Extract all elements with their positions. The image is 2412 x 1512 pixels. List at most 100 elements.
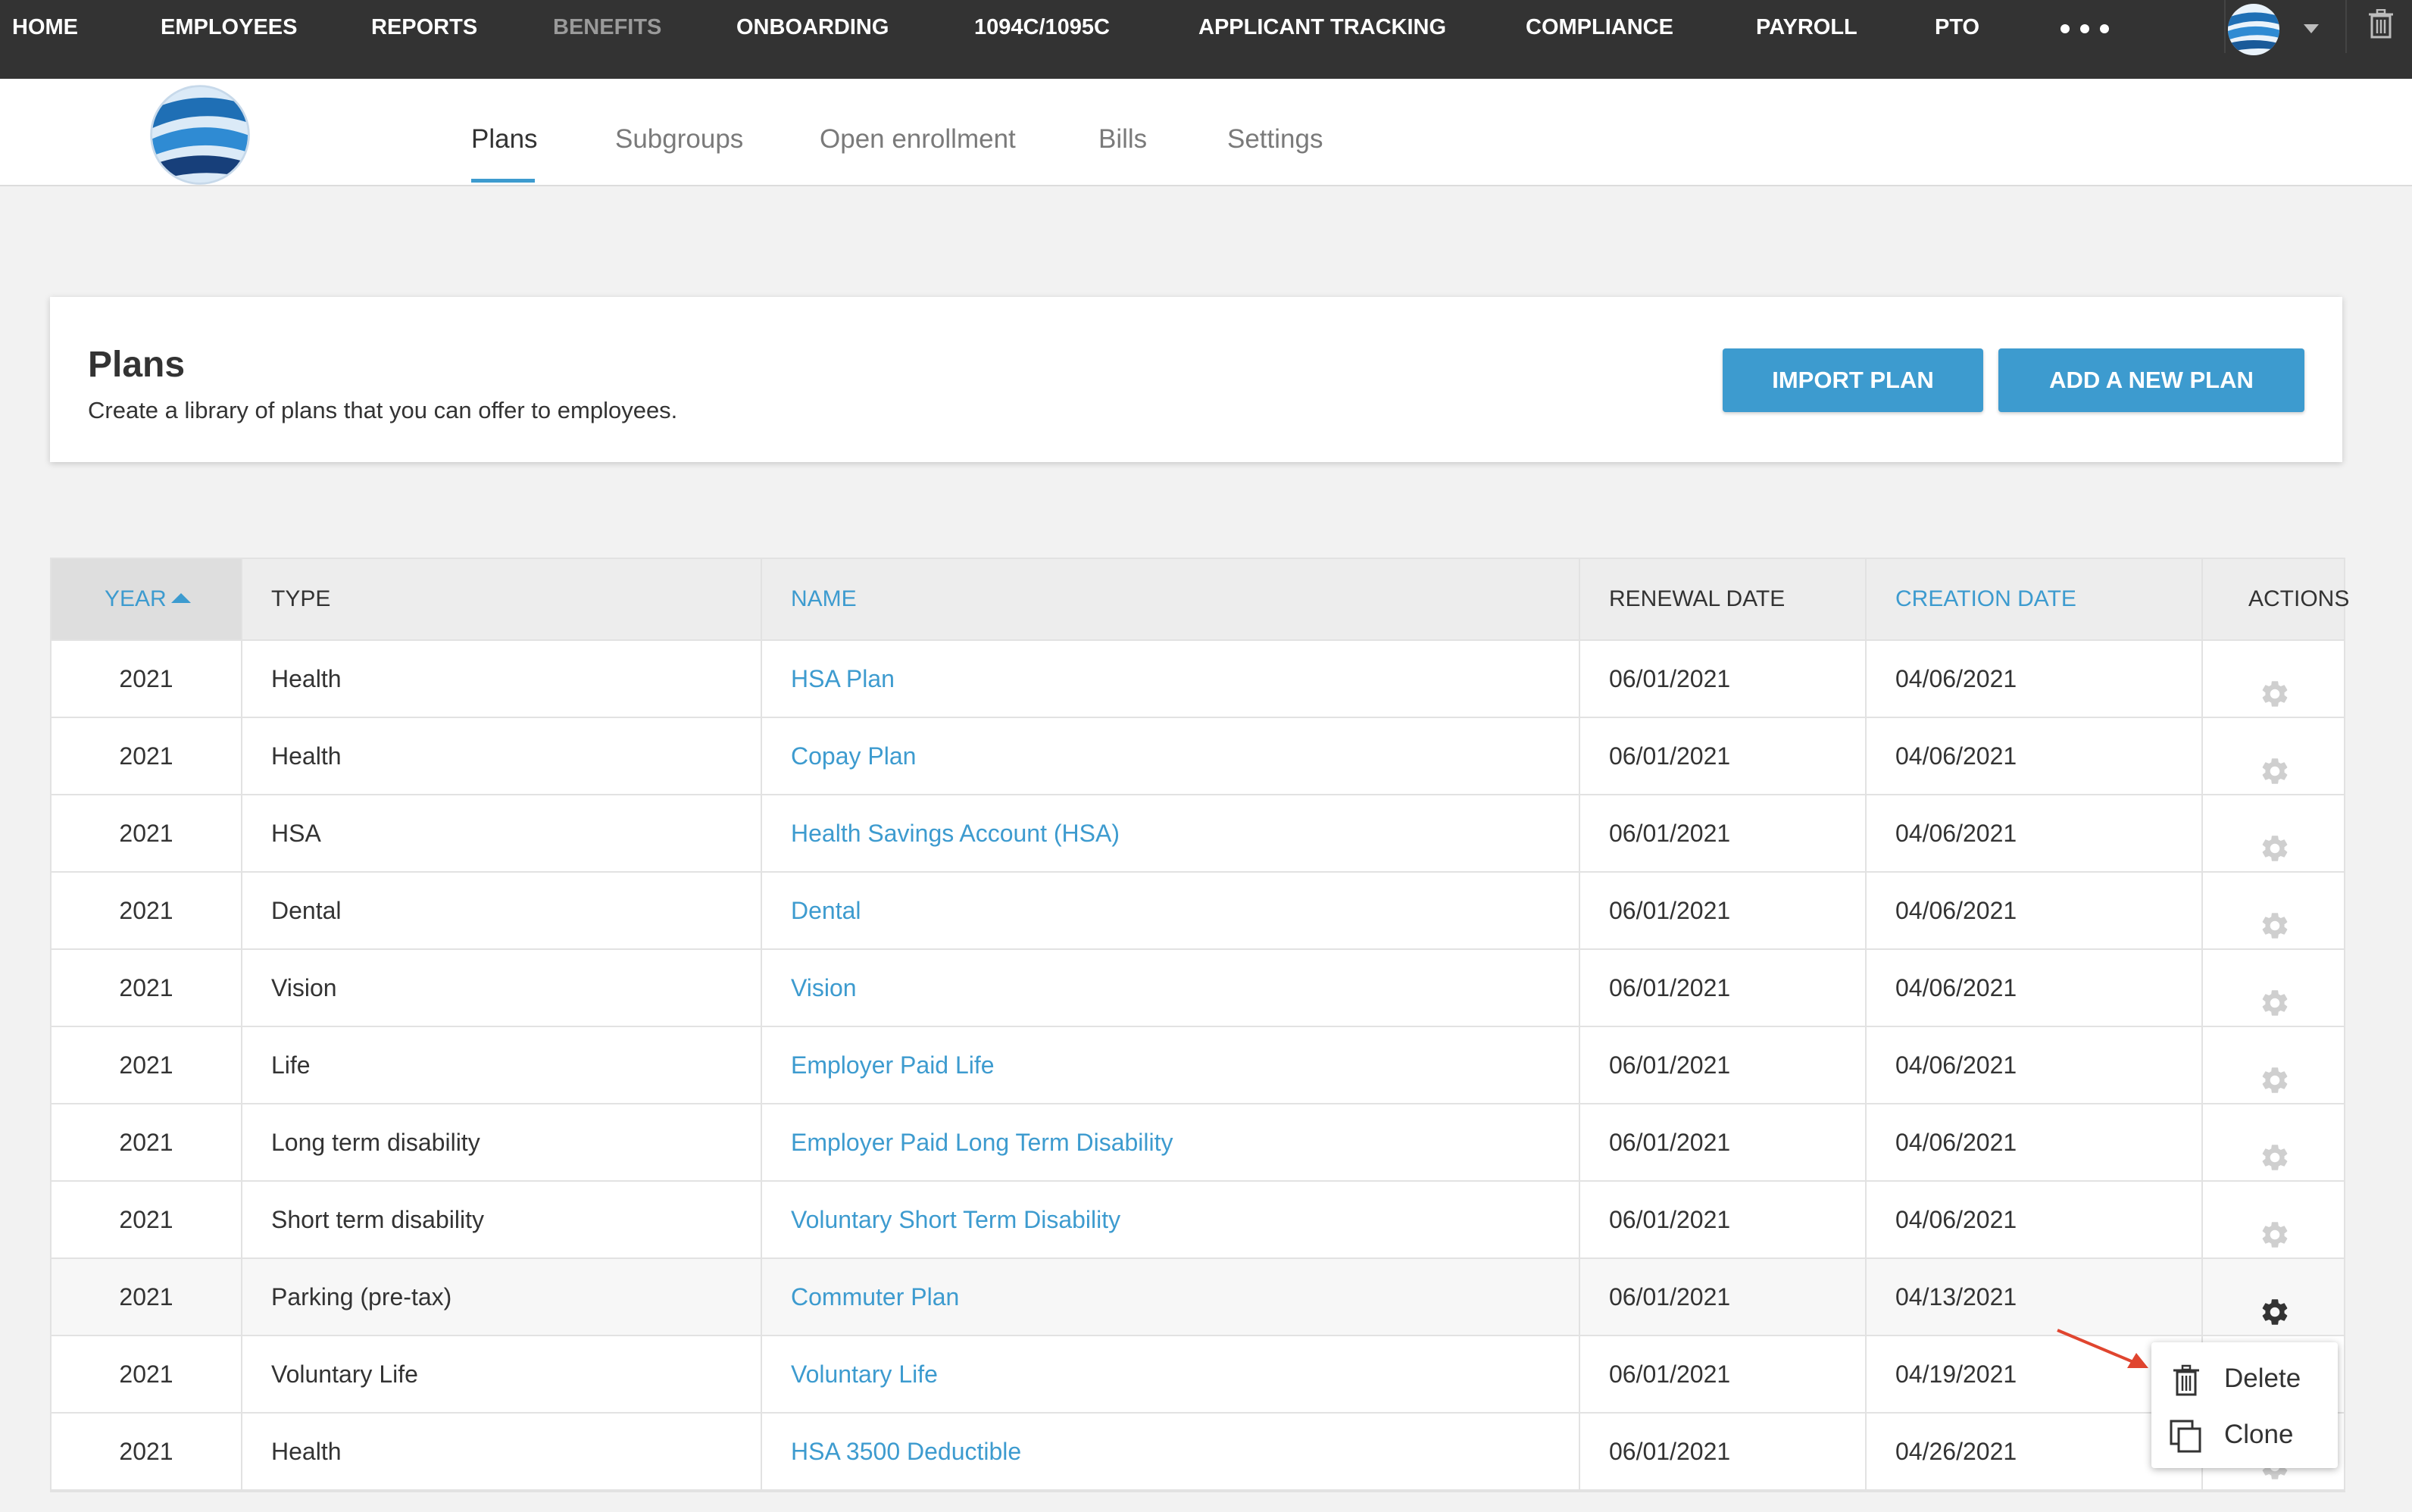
nav-reports[interactable]: REPORTS — [371, 14, 477, 41]
nav-divider — [2345, 0, 2347, 53]
column-divider — [1579, 1182, 1580, 1257]
tab-subgroups[interactable]: Subgroups — [615, 124, 743, 155]
cell-type: Health — [271, 1438, 342, 1465]
annotation-arrow — [2057, 1329, 2148, 1368]
cell-creation-date: 04/06/2021 — [1895, 974, 2017, 1001]
row-actions-cell[interactable] — [2203, 873, 2344, 948]
cell-renewal-date: 06/01/2021 — [1609, 1129, 1731, 1156]
row-actions-cell[interactable] — [2203, 1259, 2344, 1335]
cell-creation-date: 04/26/2021 — [1895, 1438, 2017, 1465]
column-divider — [1579, 1104, 1580, 1180]
cell-creation-date: 04/06/2021 — [1895, 1129, 2017, 1156]
cell-year: 2021 — [119, 742, 173, 770]
gear-icon[interactable] — [2259, 1282, 2291, 1325]
cell-plan-name-link[interactable]: Employer Paid Life — [762, 1027, 995, 1103]
cell-plan-name-link[interactable]: Health Savings Account (HSA) — [762, 795, 1120, 871]
column-divider — [761, 1104, 762, 1180]
column-divider — [1865, 559, 1867, 639]
nav-pto[interactable]: PTO — [1935, 14, 1979, 41]
cell-year: 2021 — [119, 1206, 173, 1233]
account-avatar-icon[interactable] — [2226, 2, 2282, 58]
nav-1094c-1095c[interactable]: 1094C/1095C — [974, 14, 1110, 41]
column-header-creation-date[interactable]: CREATION DATE — [1867, 559, 2076, 639]
trash-icon[interactable] — [2368, 9, 2394, 39]
top-navigation-bar: HOME EMPLOYEES REPORTS BENEFITS ONBOARDI… — [0, 0, 2412, 79]
table-row: 2021 HSA Health Savings Account (HSA) 06/01… — [52, 795, 2344, 873]
nav-onboarding[interactable]: ONBOARDING — [736, 14, 889, 41]
cell-plan-name-link[interactable]: Dental — [762, 873, 861, 948]
gear-icon[interactable] — [2259, 1050, 2291, 1093]
column-divider — [1865, 1336, 1867, 1412]
company-logo-icon[interactable] — [147, 82, 253, 188]
column-divider — [761, 559, 762, 639]
row-actions-cell[interactable] — [2203, 1182, 2344, 1257]
column-header-year[interactable]: YEAR — [52, 559, 241, 639]
delete-menu-item[interactable]: Delete — [2151, 1351, 2338, 1406]
row-actions-cell[interactable] — [2203, 718, 2344, 794]
clone-menu-item[interactable]: Clone — [2151, 1407, 2338, 1462]
gear-icon[interactable] — [2259, 741, 2291, 784]
row-actions-cell[interactable] — [2203, 950, 2344, 1026]
column-divider — [2201, 1182, 2203, 1257]
column-header-name[interactable]: NAME — [762, 559, 857, 639]
row-actions-cell[interactable] — [2203, 1027, 2344, 1103]
table-row: 2021 Dental Dental 06/01/2021 04/06/2021 — [52, 873, 2344, 950]
cell-plan-name-link[interactable]: Copay Plan — [762, 718, 916, 794]
tab-open-enrollment[interactable]: Open enrollment — [820, 124, 1016, 155]
column-header-type: TYPE — [271, 586, 331, 611]
tab-bills[interactable]: Bills — [1098, 124, 1147, 155]
row-actions-cell[interactable] — [2203, 641, 2344, 717]
column-divider — [761, 795, 762, 871]
row-actions-cell[interactable] — [2203, 1104, 2344, 1180]
row-actions-cell[interactable] — [2203, 795, 2344, 871]
gear-icon[interactable] — [2259, 895, 2291, 939]
cell-plan-name-link[interactable]: Voluntary Life — [762, 1336, 938, 1412]
cell-plan-name-link[interactable]: Vision — [762, 950, 857, 1026]
nav-compliance[interactable]: COMPLIANCE — [1526, 14, 1673, 41]
tab-plans[interactable]: Plans — [471, 124, 538, 155]
column-divider — [761, 950, 762, 1026]
column-divider — [1579, 1259, 1580, 1335]
gear-icon[interactable] — [2259, 818, 2291, 861]
cell-plan-name-link[interactable]: HSA Plan — [762, 641, 895, 717]
account-dropdown-caret-icon[interactable] — [2304, 24, 2319, 33]
cell-type: Dental — [271, 897, 342, 924]
cell-plan-name-link[interactable]: Commuter Plan — [762, 1259, 959, 1335]
delete-menu-item-label: Delete — [2224, 1364, 2301, 1393]
import-plan-button[interactable]: IMPORT PLAN — [1723, 348, 1983, 412]
ellipsis-icon[interactable] — [2061, 14, 2109, 44]
cell-plan-name-link[interactable]: HSA 3500 Deductible — [762, 1414, 1021, 1489]
cell-creation-date: 04/13/2021 — [1895, 1283, 2017, 1311]
cell-year: 2021 — [119, 974, 173, 1001]
tab-settings[interactable]: Settings — [1227, 124, 1323, 155]
column-divider — [2201, 873, 2203, 948]
cell-year: 2021 — [119, 1438, 173, 1465]
gear-icon[interactable] — [2259, 1127, 2291, 1170]
gear-icon[interactable] — [2259, 1204, 2291, 1248]
column-divider — [241, 718, 242, 794]
add-new-plan-button[interactable]: ADD A NEW PLAN — [1998, 348, 2304, 412]
cell-type: Long term disability — [271, 1129, 480, 1156]
cell-renewal-date: 06/01/2021 — [1609, 1051, 1731, 1079]
column-divider — [241, 795, 242, 871]
cell-year: 2021 — [119, 1360, 173, 1388]
nav-benefits[interactable]: BENEFITS — [553, 14, 661, 41]
column-divider — [2201, 1259, 2203, 1335]
nav-applicant-tracking[interactable]: APPLICANT TRACKING — [1198, 14, 1446, 41]
column-divider — [2201, 950, 2203, 1026]
nav-employees[interactable]: EMPLOYEES — [161, 14, 298, 41]
gear-icon[interactable] — [2259, 664, 2291, 707]
column-divider — [241, 873, 242, 948]
cell-plan-name-link[interactable]: Voluntary Short Term Disability — [762, 1182, 1120, 1257]
gear-icon[interactable] — [2259, 973, 2291, 1016]
nav-home[interactable]: HOME — [12, 14, 78, 41]
nav-payroll[interactable]: PAYROLL — [1756, 14, 1857, 41]
table-row: 2021 Health Copay Plan 06/01/2021 04/06/2021 — [52, 718, 2344, 795]
column-divider — [1865, 1104, 1867, 1180]
page-title: Plans — [88, 345, 186, 385]
copy-icon — [2170, 1420, 2201, 1453]
cell-plan-name-link[interactable]: Employer Paid Long Term Disability — [762, 1104, 1173, 1180]
active-tab-indicator — [471, 179, 535, 183]
cell-creation-date: 04/19/2021 — [1895, 1360, 2017, 1388]
trash-icon — [2173, 1364, 2199, 1396]
